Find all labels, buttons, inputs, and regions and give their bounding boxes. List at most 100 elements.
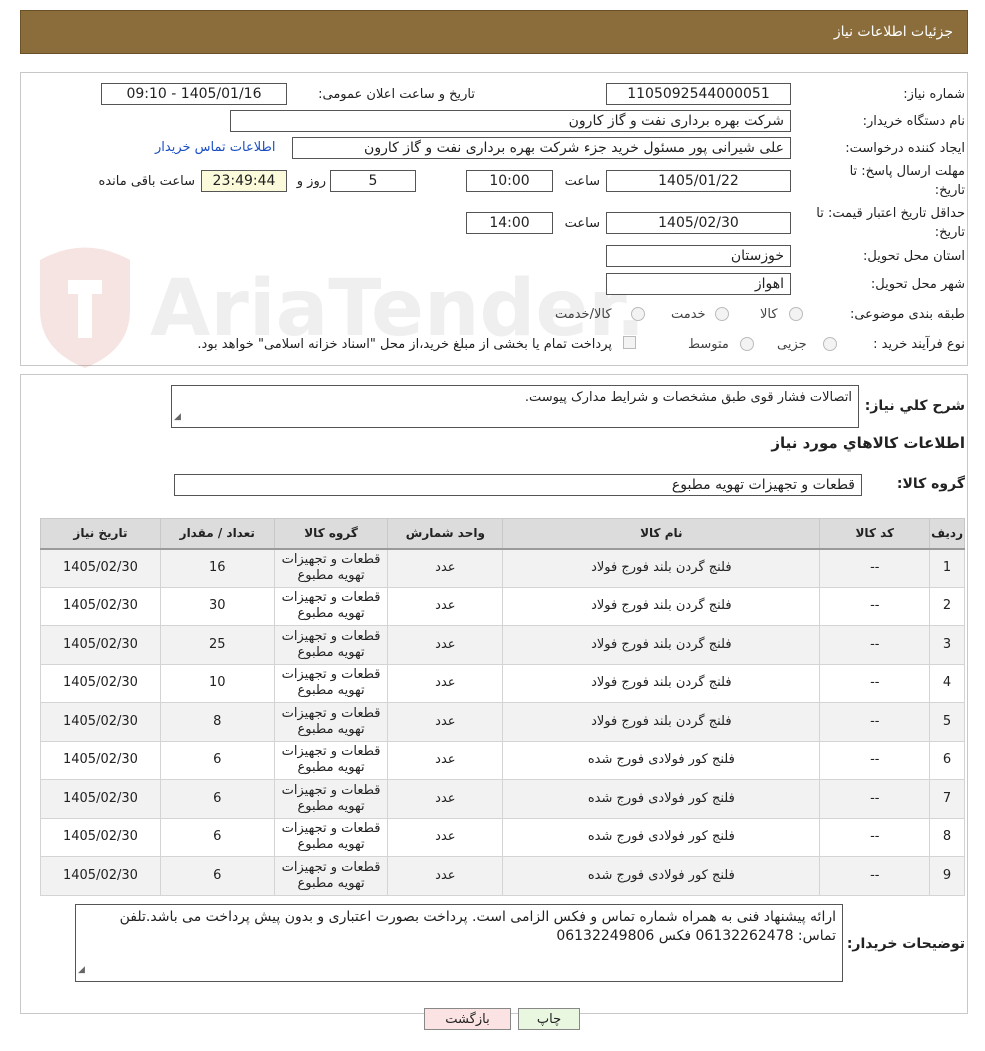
table-row: 2 -- فلنج گردن بلند فورج فولاد عدد قطعات و ت… bbox=[40, 586, 965, 626]
category-radio-goods[interactable] bbox=[789, 307, 803, 321]
page-title: جزئیات اطلاعات نیاز bbox=[833, 24, 953, 40]
cell-name: فلنج گردن بلند فورج فولاد bbox=[502, 702, 821, 742]
cell-date: 1405/02/30 bbox=[40, 548, 161, 588]
days-label: روز و bbox=[296, 174, 326, 189]
resize-grip-icon[interactable]: ◢ bbox=[78, 961, 85, 980]
cell-name: فلنج گردن بلند فورج فولاد bbox=[502, 663, 821, 703]
cell-name: فلنج کور فولادی فورج شده bbox=[502, 817, 821, 857]
cell-row: 5 bbox=[929, 702, 965, 742]
deadline-date-field: 1405/01/22 bbox=[606, 170, 791, 192]
cell-row: 3 bbox=[929, 625, 965, 665]
buyer-notes-text: ارائه پیشنهاد فنی به همراه شماره تماس و … bbox=[119, 909, 836, 944]
cell-qty: 16 bbox=[159, 548, 275, 588]
remaining-time-field: 23:49:44 bbox=[201, 170, 287, 192]
cell-code: -- bbox=[819, 663, 931, 703]
cell-qty: 6 bbox=[159, 856, 275, 896]
province-label: استان محل تحویل: bbox=[863, 249, 965, 264]
back-button[interactable]: بازگشت bbox=[424, 1008, 511, 1030]
validity-date-field: 1405/02/30 bbox=[606, 212, 791, 234]
cell-group: قطعات و تجهیزات تهویه مطبوع bbox=[273, 625, 389, 665]
goods-group-field: قطعات و تجهیزات تهویه مطبوع bbox=[174, 474, 862, 496]
deadline-label: مهلت ارسال پاسخ: تا bbox=[849, 164, 965, 179]
cell-date: 1405/02/30 bbox=[40, 779, 161, 819]
deadline-time-field: 10:00 bbox=[466, 170, 553, 192]
cell-date: 1405/02/30 bbox=[40, 702, 161, 742]
table-row: 3 -- فلنج گردن بلند فورج فولاد عدد قطعات و ت… bbox=[40, 625, 965, 665]
buyer-notes-textarea[interactable]: ارائه پیشنهاد فنی به همراه شماره تماس و … bbox=[75, 904, 843, 982]
cell-name: فلنج کور فولادی فورج شده bbox=[502, 740, 821, 780]
cell-unit: عدد bbox=[387, 779, 504, 819]
col-group: گروه کالا bbox=[273, 518, 389, 550]
print-button[interactable]: چاپ bbox=[518, 1008, 580, 1030]
cell-row: 7 bbox=[929, 779, 965, 819]
cell-group: قطعات و تجهیزات تهویه مطبوع bbox=[273, 548, 389, 588]
col-unit: واحد شمارش bbox=[387, 518, 504, 550]
buyer-notes-label: توضیحات خریدار: bbox=[846, 936, 965, 952]
page-header: جزئیات اطلاعات نیاز bbox=[20, 10, 968, 54]
cell-date: 1405/02/30 bbox=[40, 625, 161, 665]
cell-group: قطعات و تجهیزات تهویه مطبوع bbox=[273, 663, 389, 703]
category-radio-goods-service[interactable] bbox=[631, 307, 645, 321]
cell-date: 1405/02/30 bbox=[40, 663, 161, 703]
buyer-org-field: شرکت بهره برداری نفت و گاز کارون bbox=[230, 110, 791, 132]
cell-unit: عدد bbox=[387, 625, 504, 665]
category-goods-service-label: کالا/خدمت bbox=[555, 307, 612, 322]
announce-field: 1405/01/16 - 09:10 bbox=[101, 83, 287, 105]
cell-date: 1405/02/30 bbox=[40, 856, 161, 896]
cell-unit: عدد bbox=[387, 740, 504, 780]
cell-group: قطعات و تجهیزات تهویه مطبوع bbox=[273, 586, 389, 626]
col-qty: تعداد / مقدار bbox=[159, 518, 275, 550]
cell-code: -- bbox=[819, 856, 931, 896]
process-minor-label: جزیی bbox=[777, 337, 807, 352]
cell-row: 6 bbox=[929, 740, 965, 780]
category-service-label: خدمت bbox=[671, 307, 706, 322]
cell-code: -- bbox=[819, 779, 931, 819]
process-medium-label: متوسط bbox=[688, 337, 729, 352]
items-section-title: اطلاعات کالاهاي مورد نياز bbox=[771, 434, 965, 452]
cell-row: 4 bbox=[929, 663, 965, 703]
validity-time-field: 14:00 bbox=[466, 212, 553, 234]
cell-unit: عدد bbox=[387, 702, 504, 742]
cell-qty: 6 bbox=[159, 740, 275, 780]
cell-name: فلنج کور فولادی فورج شده bbox=[502, 779, 821, 819]
cell-name: فلنج گردن بلند فورج فولاد bbox=[502, 586, 821, 626]
cell-qty: 25 bbox=[159, 625, 275, 665]
col-name: نام کالا bbox=[502, 518, 821, 550]
cell-group: قطعات و تجهیزات تهویه مطبوع bbox=[273, 740, 389, 780]
cell-date: 1405/02/30 bbox=[40, 586, 161, 626]
process-radio-medium[interactable] bbox=[740, 337, 754, 351]
cell-name: فلنج گردن بلند فورج فولاد bbox=[502, 548, 821, 588]
buyer-org-label: نام دستگاه خریدار: bbox=[862, 114, 965, 129]
need-number-label: شماره نیاز: bbox=[903, 87, 965, 102]
category-radio-service[interactable] bbox=[715, 307, 729, 321]
print-button-label: چاپ bbox=[536, 1011, 562, 1027]
validity-time-label: ساعت bbox=[564, 216, 600, 231]
cell-date: 1405/02/30 bbox=[40, 817, 161, 857]
validity-label: حداقل تاریخ اعتبار قیمت: تا bbox=[816, 206, 965, 221]
back-button-label: بازگشت bbox=[445, 1011, 490, 1027]
cell-group: قطعات و تجهیزات تهویه مطبوع bbox=[273, 856, 389, 896]
province-field: خوزستان bbox=[606, 245, 791, 267]
process-label: نوع فرآیند خرید : bbox=[873, 337, 965, 352]
days-field: 5 bbox=[330, 170, 416, 192]
col-date: تاریخ نیاز bbox=[40, 518, 161, 550]
cell-unit: عدد bbox=[387, 817, 504, 857]
remaining-label: ساعت باقی مانده bbox=[98, 174, 195, 189]
buyer-contact-link[interactable]: اطلاعات تماس خریدار bbox=[155, 140, 275, 155]
cell-code: -- bbox=[819, 740, 931, 780]
category-goods-label: کالا bbox=[760, 307, 778, 322]
need-number-field: 1105092544000051 bbox=[606, 83, 791, 105]
table-row: 7 -- فلنج کور فولادی فورج شده عدد قطعات و تج… bbox=[40, 779, 965, 819]
table-row: 5 -- فلنج گردن بلند فورج فولاد عدد قطعات و ت… bbox=[40, 702, 965, 742]
process-radio-minor[interactable] bbox=[823, 337, 837, 351]
summary-textarea[interactable]: اتصالات فشار قوی طبق مشخصات و شرایط مدار… bbox=[171, 385, 859, 428]
resize-grip-icon[interactable]: ◢ bbox=[174, 409, 181, 426]
cell-group: قطعات و تجهیزات تهویه مطبوع bbox=[273, 702, 389, 742]
cell-qty: 6 bbox=[159, 779, 275, 819]
deadline-label-date: تاریخ: bbox=[934, 183, 965, 198]
treasury-payment-checkbox[interactable] bbox=[623, 336, 636, 349]
cell-code: -- bbox=[819, 817, 931, 857]
table-header-row: ردیف کد کالا نام کالا واحد شمارش گروه کا… bbox=[40, 518, 965, 550]
cell-name: فلنج کور فولادی فورج شده bbox=[502, 856, 821, 896]
table-row: 4 -- فلنج گردن بلند فورج فولاد عدد قطعات و ت… bbox=[40, 663, 965, 703]
